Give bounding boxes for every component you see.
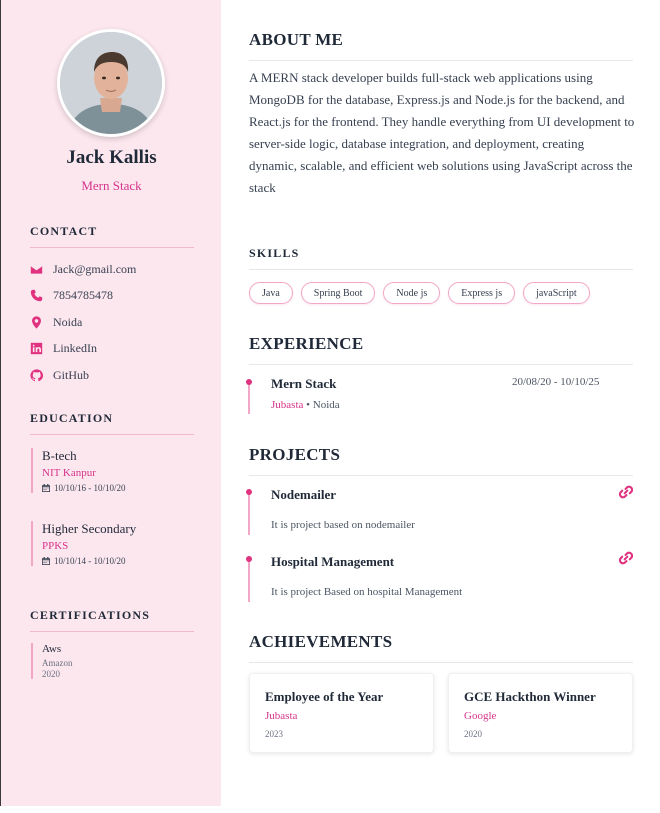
experience-company: Jubasta: [271, 399, 304, 411]
experience-location: Noida: [312, 399, 340, 411]
certification-year: 2020: [42, 669, 60, 679]
education-item: B-tech NIT Kanpur 10/10/16 - 10/10/20: [31, 448, 126, 493]
project-link-icon[interactable]: [618, 551, 634, 565]
education-dates: 10/10/16 - 10/10/20: [42, 483, 126, 493]
timeline-dot: [246, 379, 252, 385]
project-link-icon[interactable]: [618, 485, 634, 499]
skill-tag: Java: [249, 282, 293, 304]
achievement-org: Jubasta: [265, 710, 298, 722]
contact-location: Noida: [30, 314, 82, 330]
profile-role: Mern Stack: [81, 178, 142, 193]
education-school: NIT Kanpur: [42, 467, 96, 479]
timeline-line: [248, 490, 250, 535]
contact-linkedin[interactable]: LinkedIn: [30, 340, 97, 356]
contact-linkedin-text: LinkedIn: [53, 340, 97, 355]
projects-heading: PROJECTS: [249, 445, 633, 476]
contact-github-text: GitHub: [53, 367, 89, 382]
project-title: Hospital Management: [271, 554, 395, 569]
skills-heading: SKILLS: [249, 246, 633, 270]
achievement-card: Employee of the Year Jubasta 2023: [249, 673, 434, 753]
timeline-line: [248, 557, 250, 602]
education-item: Higher Secondary PPKS 10/10/14 - 10/10/2…: [31, 521, 136, 566]
education-heading: EDUCATION: [30, 411, 194, 435]
contact-heading: CONTACT: [30, 224, 194, 248]
certification-title: Aws: [42, 643, 62, 655]
about-heading: ABOUT ME: [249, 30, 633, 61]
achievement-year: 2020: [464, 729, 482, 739]
timeline-dot: [246, 556, 252, 562]
education-title: B-tech: [42, 448, 77, 463]
skill-tag: Spring Boot: [300, 282, 376, 304]
contact-phone-text: 7854785478: [53, 287, 113, 302]
achievement-year: 2023: [265, 729, 283, 739]
achievements-heading: ACHIEVEMENTS: [249, 632, 633, 663]
skills-list: Java Spring Boot Node js Express js java…: [249, 282, 598, 304]
experience-separator: •: [306, 399, 310, 411]
contact-email[interactable]: Jack@gmail.com: [30, 261, 136, 277]
contact-email-text: Jack@gmail.com: [53, 261, 137, 276]
about-text: A MERN stack developer builds full-stack…: [249, 70, 635, 195]
education-dates: 10/10/14 - 10/10/20: [42, 556, 136, 566]
project-description: It is project based on nodemailer: [271, 519, 415, 531]
certifications-heading: CERTIFICATIONS: [30, 608, 194, 632]
contact-github[interactable]: GitHub: [30, 367, 89, 383]
contact-location-text: Noida: [53, 314, 83, 329]
certification-issuer: Amazon: [42, 658, 73, 668]
achievement-org: Google: [464, 710, 497, 722]
skill-tag: Node js: [383, 282, 441, 304]
sidebar: Jack Kallis Mern Stack CONTACT Jack@gmai…: [0, 0, 221, 806]
project-description: It is project Based on hospital Manageme…: [271, 586, 463, 598]
education-school: PPKS: [42, 540, 69, 552]
envelope-icon: [30, 263, 43, 276]
education-title: Higher Secondary: [42, 521, 137, 536]
experience-heading: EXPERIENCE: [249, 334, 633, 365]
skill-tag: Express js: [448, 282, 516, 304]
contact-phone[interactable]: 7854785478: [30, 287, 113, 303]
certification-item: Aws Amazon 2020: [31, 643, 73, 679]
achievement-card: GCE Hackthon Winner Google 2020: [448, 673, 633, 753]
experience-dates: 20/08/20 - 10/10/25: [512, 376, 600, 388]
avatar: [57, 29, 165, 137]
project-title: Nodemailer: [271, 487, 336, 502]
phone-icon: [30, 289, 43, 302]
timeline-dot: [246, 489, 252, 495]
map-pin-icon: [30, 315, 43, 329]
calendar-icon: [42, 484, 50, 492]
github-icon: [30, 368, 43, 382]
experience-title: Mern Stack: [271, 376, 337, 391]
achievement-title: GCE Hackthon Winner: [464, 689, 596, 704]
skill-tag: javaScript: [523, 282, 590, 304]
calendar-icon: [42, 557, 50, 565]
timeline-line: [248, 380, 250, 414]
experience-subtitle: Jubasta • Noida: [271, 399, 340, 411]
achievement-title: Employee of the Year: [265, 689, 384, 704]
profile-name: Jack Kallis: [66, 147, 157, 168]
linkedin-icon: [30, 342, 43, 355]
